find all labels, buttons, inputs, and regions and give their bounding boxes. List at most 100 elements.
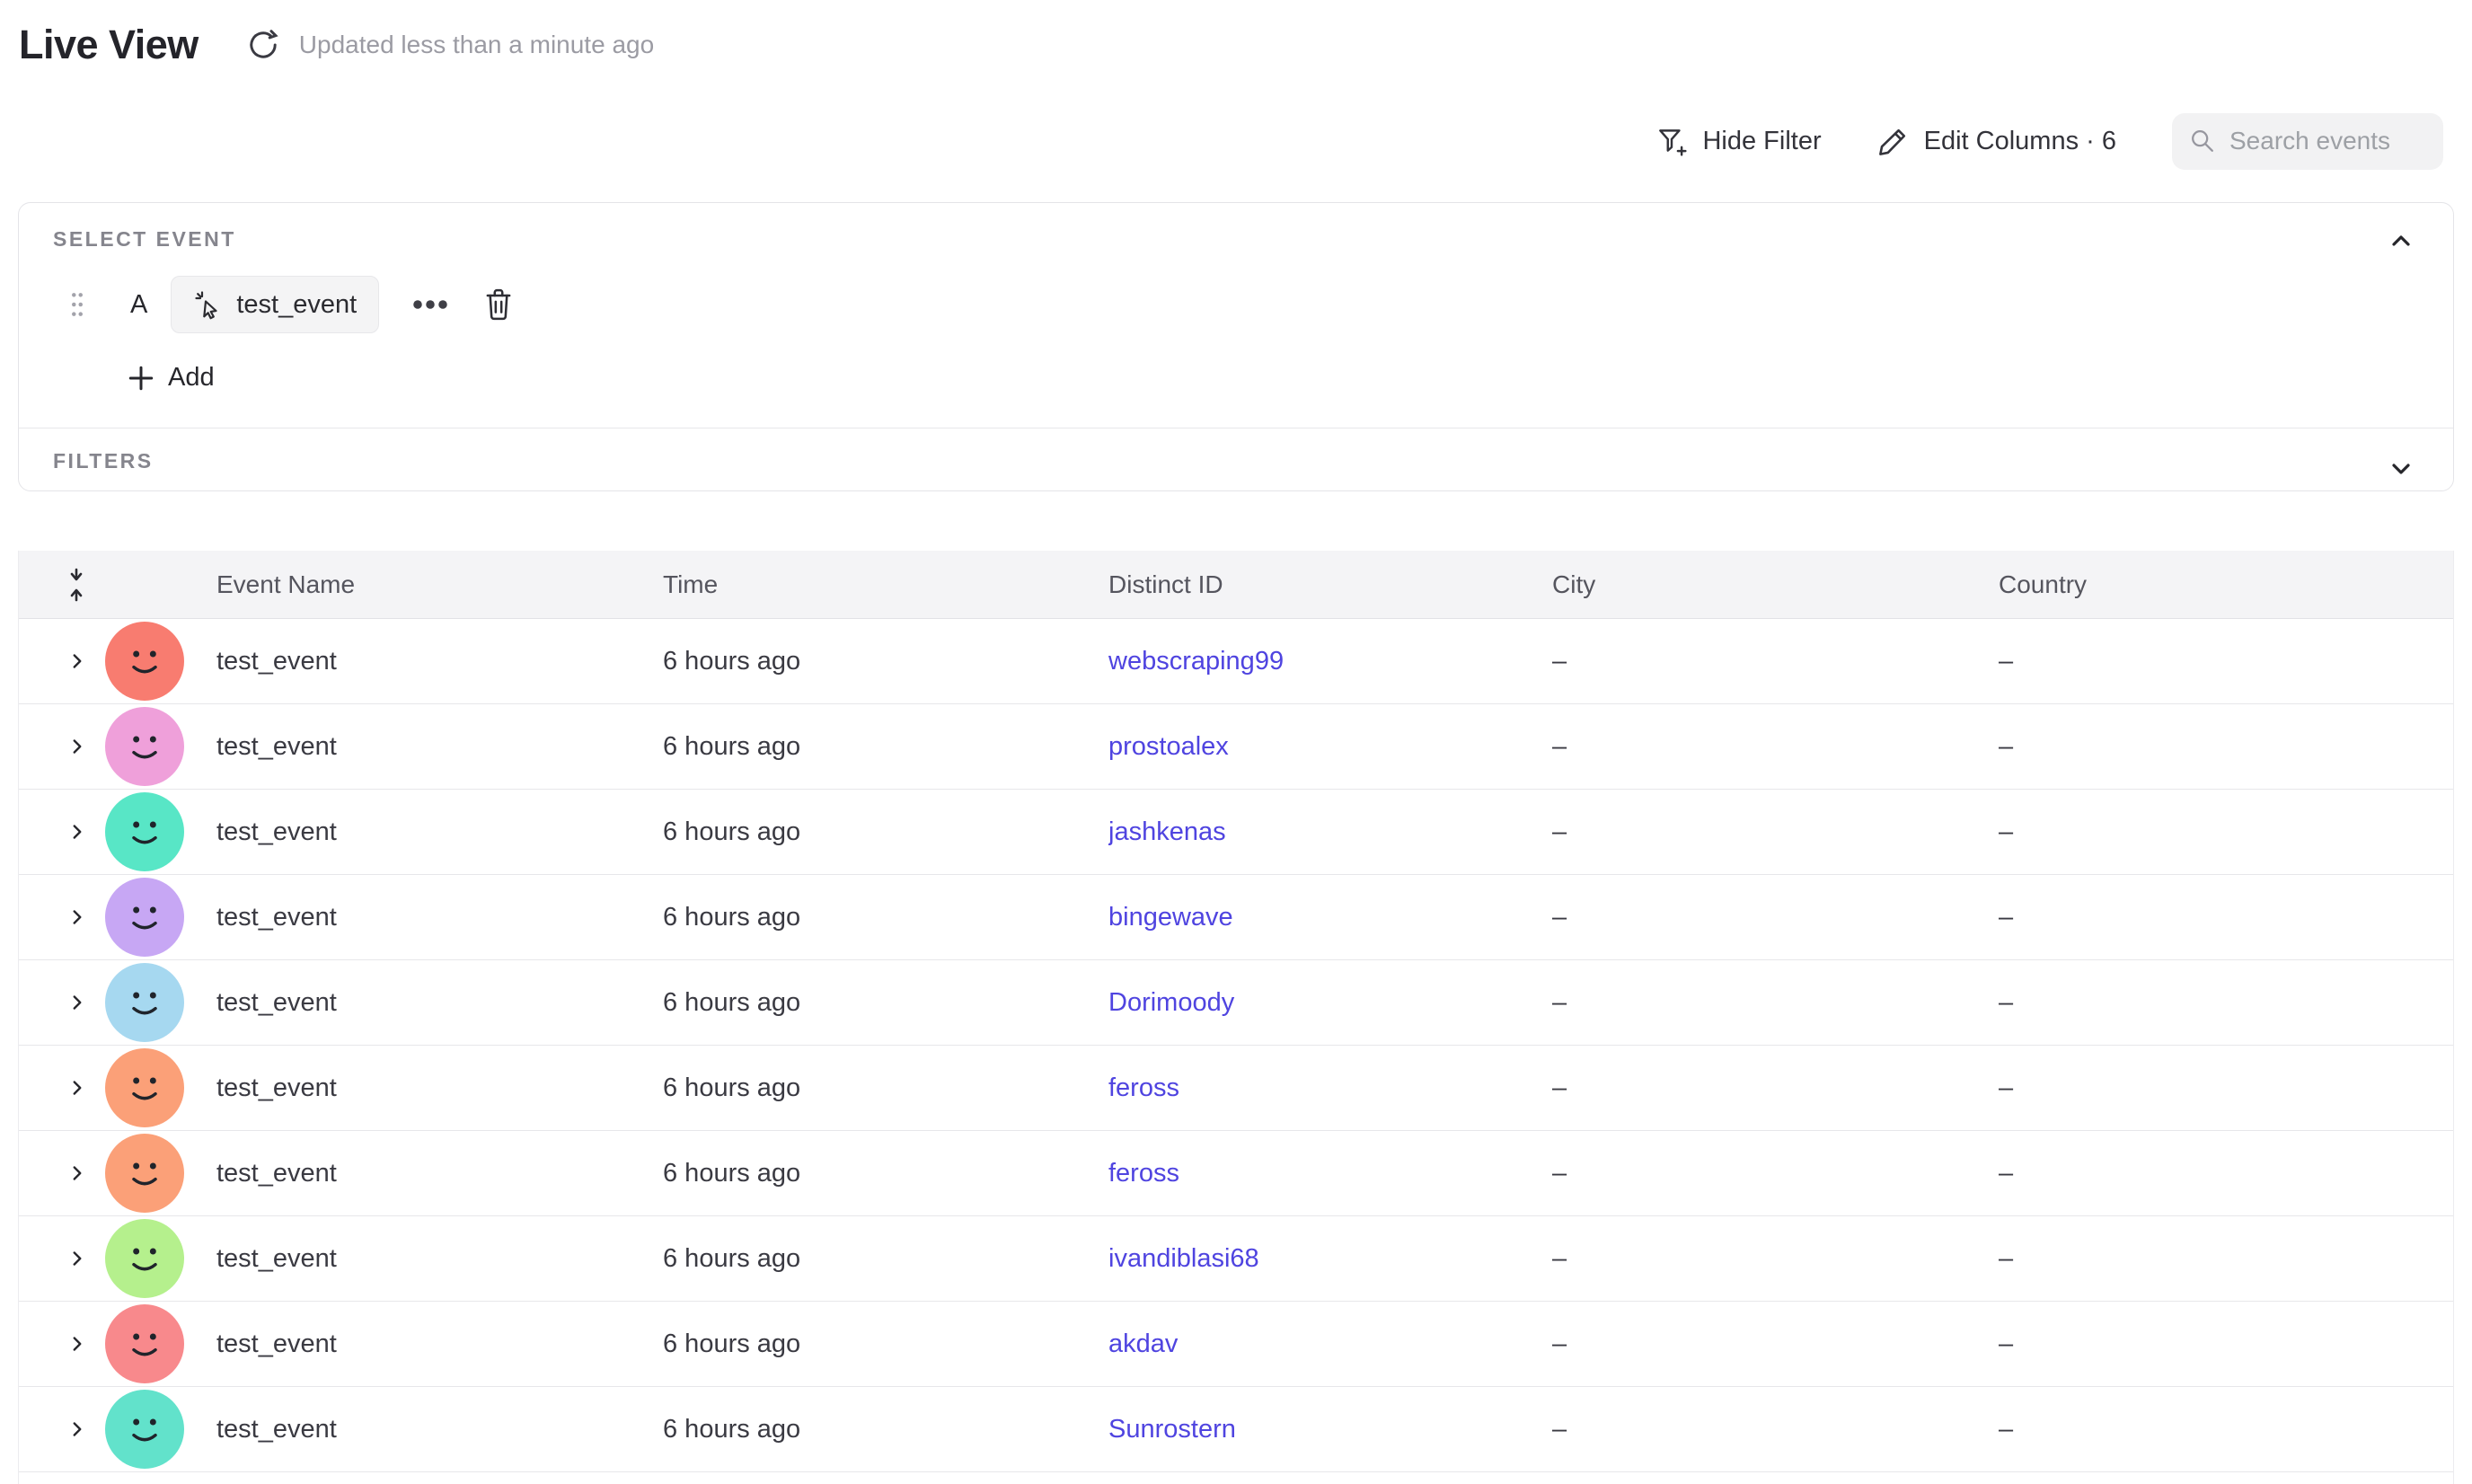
distinct-id-link[interactable]: webscraping99 [1108, 647, 1284, 676]
distinct-id-link[interactable]: bingewave [1108, 903, 1233, 932]
drag-handle-icon[interactable] [69, 290, 85, 319]
selected-event-chip[interactable]: test_event [171, 276, 379, 333]
country-cell: – [1999, 903, 2453, 932]
plus-icon [127, 364, 155, 393]
kebab-menu-icon [411, 298, 449, 311]
row-expand-chevron-icon[interactable] [66, 1162, 89, 1185]
row-expand-chevron-icon[interactable] [66, 1247, 89, 1270]
expand-filters-chevron-down-icon[interactable] [2387, 455, 2415, 483]
row-lead-cell [19, 619, 216, 703]
time-cell: 6 hours ago [663, 1073, 1108, 1103]
event-name-cell: test_event [216, 903, 663, 932]
event-name-cell: test_event [216, 817, 663, 847]
table-row: test_event 6 hours ago ivandiblasi68 – – [19, 1216, 2453, 1302]
distinct-id-link[interactable]: ivandiblasi68 [1108, 1244, 1259, 1273]
edit-columns-label: Edit Columns · 6 [1924, 127, 2116, 156]
time-cell: 6 hours ago [663, 732, 1108, 762]
table-row: test_event 6 hours ago prostoalex – – [19, 704, 2453, 790]
trash-icon [483, 287, 514, 322]
updated-status: Updated less than a minute ago [299, 31, 654, 59]
event-name-cell: test_event [216, 1073, 663, 1103]
table-header-row: Event Name Time Distinct ID City Country [19, 551, 2453, 619]
table-body: test_event 6 hours ago webscraping99 – –… [19, 619, 2453, 1472]
table-row: test_event 6 hours ago feross – – [19, 1131, 2453, 1216]
country-cell: – [1999, 1415, 2453, 1444]
row-lead-cell [19, 1387, 216, 1471]
row-lead-cell [19, 960, 216, 1045]
table-row: test_event 6 hours ago akdav – – [19, 1302, 2453, 1387]
distinct-id-link[interactable]: jashkenas [1108, 817, 1226, 846]
collapse-section-chevron-up-icon[interactable] [2387, 226, 2415, 255]
avatar [105, 1304, 184, 1383]
toolbar: Hide Filter Edit Columns · 6 [1655, 111, 2443, 171]
city-cell: – [1552, 647, 1999, 676]
row-expand-chevron-icon[interactable] [66, 820, 89, 844]
distinct-id-link[interactable]: akdav [1108, 1329, 1178, 1358]
country-cell: – [1999, 1073, 2453, 1103]
city-cell: – [1552, 1073, 1999, 1103]
city-cell: – [1552, 1329, 1999, 1359]
hide-filter-button[interactable]: Hide Filter [1655, 125, 1821, 157]
search-input[interactable] [2229, 127, 2427, 155]
distinct-id-link[interactable]: feross [1108, 1073, 1179, 1102]
row-lead-cell [19, 875, 216, 959]
row-expand-chevron-icon[interactable] [66, 1418, 89, 1441]
page-title: Live View [19, 22, 199, 68]
country-cell: – [1999, 732, 2453, 762]
avatar [105, 792, 184, 871]
add-button-label: Add [168, 363, 215, 393]
time-cell: 6 hours ago [663, 817, 1108, 847]
event-name-cell: test_event [216, 1329, 663, 1359]
time-cell: 6 hours ago [663, 1329, 1108, 1359]
event-options-button[interactable] [404, 291, 456, 318]
avatar [105, 707, 184, 786]
table-row: test_event 6 hours ago Sunrostern – – [19, 1387, 2453, 1472]
city-cell: – [1552, 817, 1999, 847]
row-expand-chevron-icon[interactable] [66, 649, 89, 673]
collapse-rows-icon[interactable] [63, 566, 90, 604]
avatar [105, 1048, 184, 1127]
event-name-cell: test_event [216, 1415, 663, 1444]
filter-icon [1655, 125, 1688, 157]
selected-event-label: test_event [236, 290, 357, 320]
pencil-icon [1877, 125, 1910, 157]
distinct-id-link[interactable]: prostoalex [1108, 732, 1229, 761]
time-cell: 6 hours ago [663, 1415, 1108, 1444]
avatar-face-icon [116, 1059, 173, 1117]
row-expand-chevron-icon[interactable] [66, 735, 89, 758]
row-lead-cell [19, 1302, 216, 1386]
avatar [105, 963, 184, 1042]
country-cell: – [1999, 1244, 2453, 1274]
event-query-row: A test_event [69, 276, 517, 333]
row-lead-cell [19, 1216, 216, 1301]
row-expand-chevron-icon[interactable] [66, 1076, 89, 1100]
country-cell: – [1999, 1159, 2453, 1188]
add-event-button[interactable]: Add [127, 363, 215, 393]
refresh-button[interactable] [245, 27, 281, 63]
search-box[interactable] [2172, 113, 2443, 170]
edit-columns-button[interactable]: Edit Columns · 6 [1877, 125, 2116, 157]
city-cell: – [1552, 732, 1999, 762]
event-name-cell: test_event [216, 647, 663, 676]
avatar [105, 1134, 184, 1213]
row-lead-cell [19, 704, 216, 789]
distinct-id-link[interactable]: Sunrostern [1108, 1415, 1236, 1444]
event-name-cell: test_event [216, 1244, 663, 1274]
row-lead-cell [19, 1131, 216, 1215]
table-row: test_event 6 hours ago webscraping99 – – [19, 619, 2453, 704]
distinct-id-link[interactable]: Dorimoody [1108, 988, 1234, 1017]
column-header-city: City [1552, 570, 1999, 599]
delete-event-button[interactable] [480, 284, 517, 325]
column-header-country: Country [1999, 570, 2453, 599]
distinct-id-link[interactable]: feross [1108, 1159, 1179, 1188]
column-header-distinct-id: Distinct ID [1108, 570, 1552, 599]
table-row: test_event 6 hours ago bingewave – – [19, 875, 2453, 960]
row-expand-chevron-icon[interactable] [66, 991, 89, 1014]
events-table: Event Name Time Distinct ID City Country [18, 551, 2454, 1484]
row-expand-chevron-icon[interactable] [66, 1332, 89, 1356]
cursor-click-icon [193, 289, 224, 320]
time-cell: 6 hours ago [663, 903, 1108, 932]
event-name-cell: test_event [216, 988, 663, 1018]
row-expand-chevron-icon[interactable] [66, 905, 89, 929]
table-row: test_event 6 hours ago feross – – [19, 1046, 2453, 1131]
